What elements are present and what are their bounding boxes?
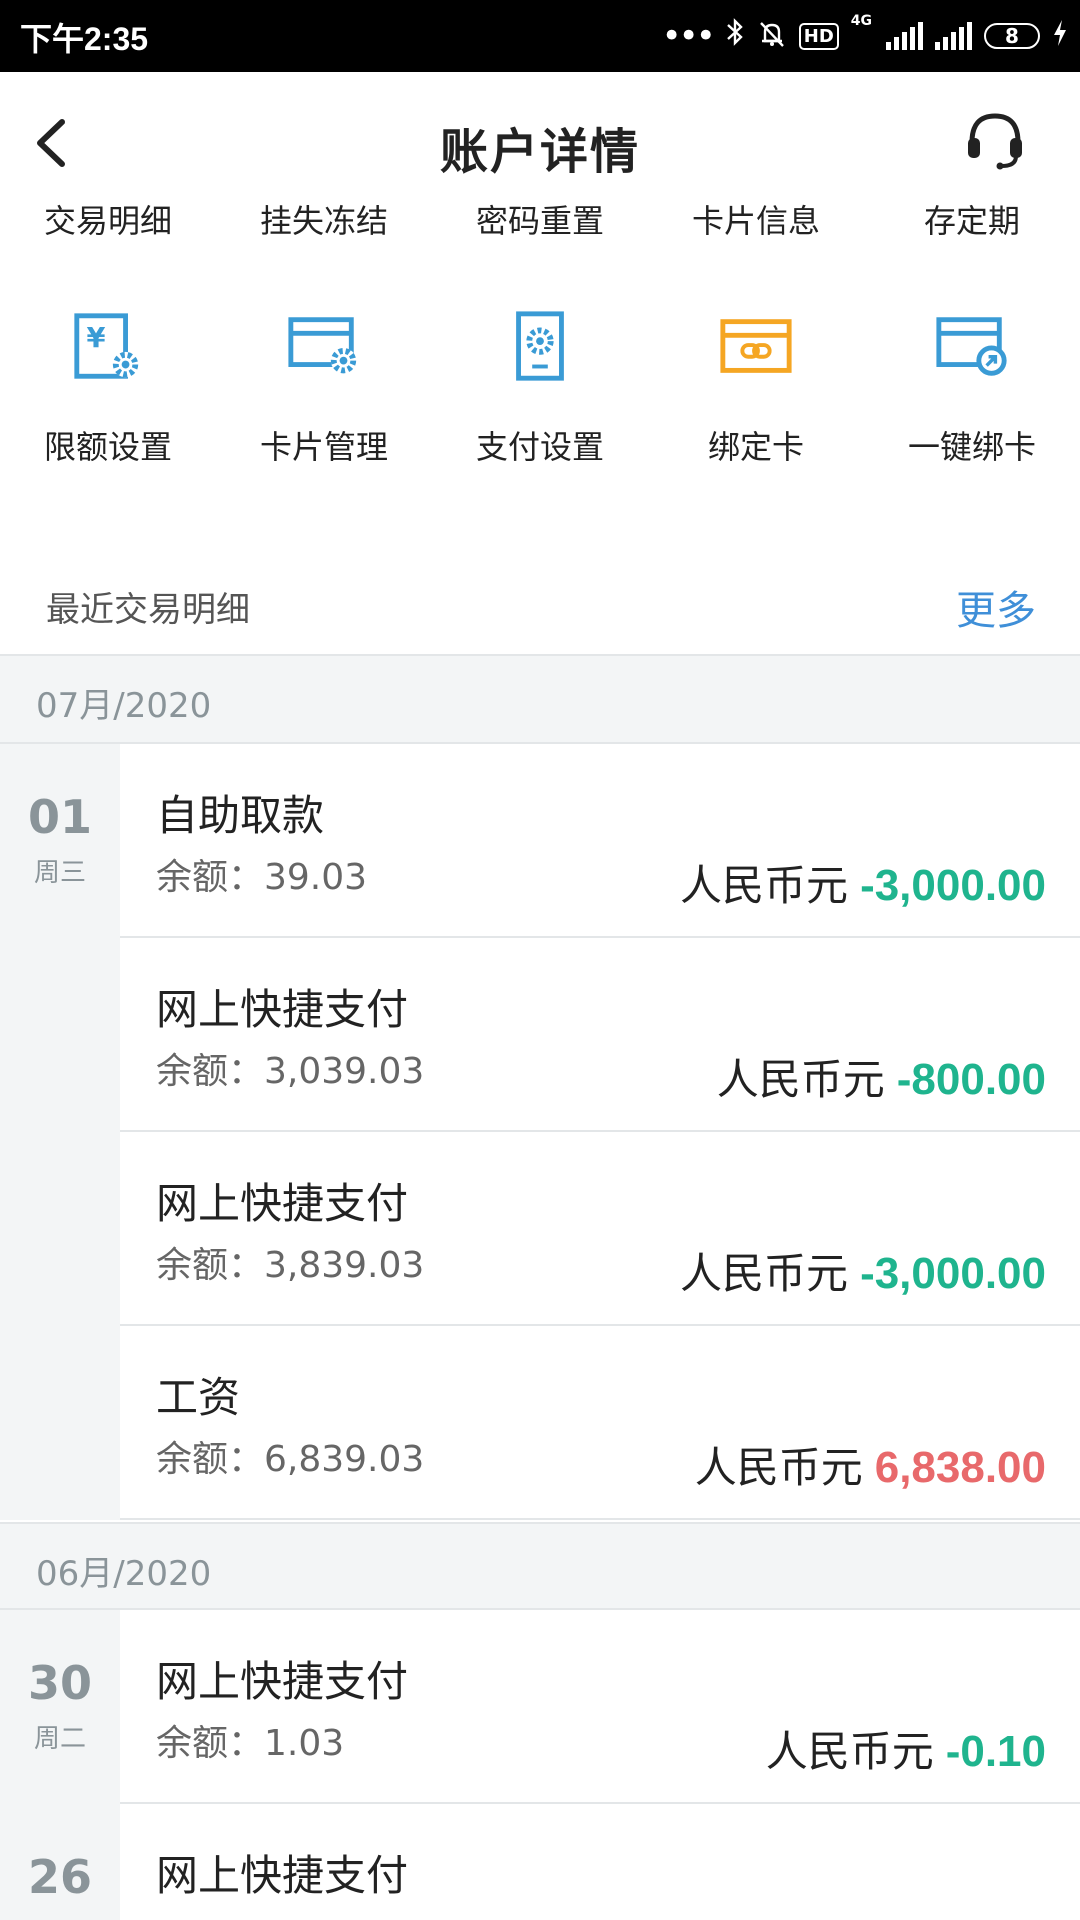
- app-header: 账户详情: [0, 72, 1080, 212]
- status-time: 下午2:35: [20, 21, 149, 57]
- day-weekday: 周三: [33, 858, 86, 888]
- account-tabs: 交易明细 挂失冻结 密码重置 卡片信息 存定期: [0, 196, 1080, 256]
- card-manage-button[interactable]: 卡片管理: [216, 308, 432, 468]
- transaction-amount: 人民币元 -3,000.00: [680, 852, 1046, 913]
- transaction-name: 网上快捷支付: [156, 1179, 409, 1228]
- svg-text:¥: ¥: [87, 323, 106, 354]
- mute-bell-icon: [757, 19, 787, 53]
- transaction-amount: 人民币元 6,838.00: [695, 1434, 1046, 1495]
- battery-icon: 8: [984, 23, 1040, 49]
- limit-settings-label: 限额设置: [43, 428, 172, 466]
- transaction-name: 自助取款: [156, 791, 325, 840]
- charging-icon: [1052, 19, 1068, 54]
- currency-label: 人民币元: [680, 1249, 849, 1298]
- amount-value: -3,000.00: [860, 1249, 1046, 1298]
- network-label: 4G: [850, 13, 872, 29]
- quick-bind-icon: [936, 317, 1007, 376]
- battery-level: 8: [1005, 24, 1019, 48]
- tab-report-loss[interactable]: 挂失冻结: [216, 196, 432, 256]
- transaction-name: 网上快捷支付: [156, 1851, 409, 1900]
- currency-label: 人民币元: [694, 1443, 863, 1492]
- transaction-balance: 余额：39.03: [156, 857, 368, 898]
- day-column: 30 周二: [0, 1610, 120, 1804]
- card-manage-icon: [288, 317, 357, 374]
- transaction-balance: 余额：1.03: [156, 1723, 345, 1764]
- transaction-amount: 人民币元 -800.00: [717, 1046, 1046, 1107]
- month-label: 07月/2020: [36, 686, 212, 726]
- month-label: 06月/2020: [36, 1554, 212, 1594]
- quick-bind-button[interactable]: 一键绑卡: [864, 308, 1080, 468]
- day-number: 26: [27, 1850, 92, 1904]
- transaction-row[interactable]: 网上快捷支付: [120, 1804, 1080, 1920]
- currency-label: 人民币元: [680, 861, 849, 910]
- day-column: 26: [0, 1804, 120, 1920]
- month-header: 07月/2020: [0, 656, 1080, 744]
- signal-icon-2: [935, 22, 972, 50]
- transaction-balance: 余额：6,839.03: [156, 1439, 425, 1480]
- day-column: 01 周三: [0, 744, 120, 1520]
- more-link[interactable]: 更多: [956, 578, 1036, 636]
- currency-label: 人民币元: [765, 1727, 934, 1776]
- transaction-balance: 余额：3,839.03: [156, 1245, 425, 1286]
- amount-value: -0.10: [945, 1727, 1046, 1776]
- limit-settings-icon: ¥: [74, 313, 139, 379]
- transaction-row[interactable]: 自助取款 余额：39.03 人民币元 -3,000.00: [120, 744, 1080, 938]
- status-icons: ••• HD 4G 8: [662, 14, 1068, 58]
- quick-bind-label: 一键绑卡: [907, 428, 1036, 466]
- limit-settings-button[interactable]: ¥ 限额设置: [0, 308, 216, 468]
- transaction-row[interactable]: 网上快捷支付 余额：3,039.03 人民币元 -800.00: [120, 938, 1080, 1132]
- transaction-row[interactable]: 工资 余额：6,839.03 人民币元 6,838.00: [120, 1326, 1080, 1520]
- bind-card-icon: [720, 319, 792, 373]
- bind-card-label: 绑定卡: [707, 428, 804, 466]
- month-header: 06月/2020: [0, 1522, 1080, 1610]
- day-number: 30: [27, 1656, 92, 1710]
- headset-icon: [968, 113, 1022, 170]
- transaction-row[interactable]: 网上快捷支付 余额：1.03 人民币元 -0.10: [120, 1610, 1080, 1804]
- tab-password-reset[interactable]: 密码重置: [432, 196, 648, 256]
- status-bar: 下午2:35 ••• HD 4G 8: [0, 0, 1080, 72]
- more-notifications-icon: •••: [661, 16, 716, 56]
- transaction-name: 网上快捷支付: [156, 1657, 409, 1706]
- bind-card-button[interactable]: 绑定卡: [648, 308, 864, 468]
- payment-settings-icon: [516, 311, 564, 381]
- transaction-name: 工资: [156, 1373, 241, 1422]
- signal-icon: [886, 22, 923, 50]
- bluetooth-icon: [725, 17, 745, 55]
- customer-service-button[interactable]: [962, 106, 1028, 172]
- tab-transactions[interactable]: 交易明细: [0, 196, 216, 256]
- amount-value: -3,000.00: [860, 861, 1046, 910]
- payment-settings-button[interactable]: 支付设置: [432, 308, 648, 468]
- transaction-amount: 人民币元 -3,000.00: [680, 1240, 1046, 1301]
- tab-card-info[interactable]: 卡片信息: [648, 196, 864, 256]
- service-grid: ¥ 限额设置 卡片管理 支付设置 绑定卡 一键绑卡: [0, 308, 1080, 468]
- tab-fixed-deposit[interactable]: 存定期: [864, 196, 1080, 256]
- amount-value: -800.00: [896, 1055, 1046, 1104]
- currency-label: 人民币元: [716, 1055, 885, 1104]
- day-weekday: 周二: [33, 1724, 86, 1754]
- transaction-row[interactable]: 网上快捷支付 余额：3,839.03 人民币元 -3,000.00: [120, 1132, 1080, 1326]
- recent-transactions-title: 最近交易明细: [46, 590, 250, 630]
- transaction-name: 网上快捷支付: [156, 985, 409, 1034]
- amount-value: 6,838.00: [874, 1443, 1046, 1492]
- card-manage-label: 卡片管理: [259, 428, 388, 466]
- payment-settings-label: 支付设置: [475, 428, 604, 466]
- hd-badge: HD: [798, 22, 839, 50]
- transaction-amount: 人民币元 -0.10: [766, 1718, 1046, 1779]
- recent-transactions-header: 最近交易明细 更多: [0, 560, 1080, 656]
- day-number: 01: [27, 790, 92, 844]
- transaction-balance: 余额：3,039.03: [156, 1051, 425, 1092]
- page-title: 账户详情: [439, 124, 640, 180]
